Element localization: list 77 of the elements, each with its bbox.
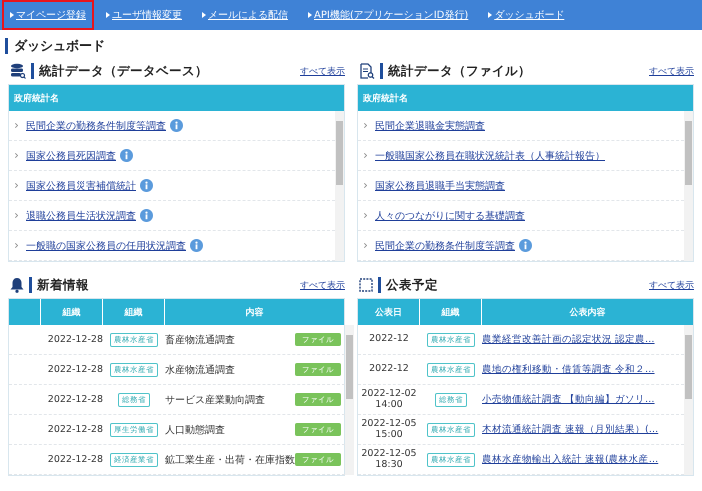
survey-link[interactable]: 民間企業退職金実態調査 — [375, 118, 485, 132]
info-icon[interactable] — [190, 239, 203, 252]
triangle-icon — [308, 12, 312, 18]
info-icon[interactable] — [120, 149, 133, 162]
section-title: 統計データ（データベース） — [39, 62, 209, 80]
date-cell-text: 2022-12-28 — [46, 334, 103, 345]
survey-link[interactable]: 国家公務員死因調査 — [26, 148, 116, 162]
triangle-icon — [106, 12, 110, 18]
nav-link[interactable]: ユーザ情報変更 — [98, 0, 190, 30]
content-cell-text: 人口動態調査 — [165, 424, 226, 436]
nav-link[interactable]: メールによる配信 — [194, 0, 296, 30]
show-all-link[interactable]: すべて表示 — [649, 64, 694, 78]
column-header: 政府統計名 — [9, 85, 344, 111]
date-cell-text: 2022-12-28 — [46, 454, 103, 465]
column-header: 公表日 — [358, 299, 420, 325]
page-title: ダッシュボード — [14, 38, 105, 55]
section-title: 新着情報 — [37, 276, 90, 294]
content-cell-text: 鉱工業生産・出荷・在庫指数 — [165, 454, 295, 466]
date-cell-text: 2022-12-02 14:00 — [360, 388, 418, 410]
nav-link[interactable]: マイページ登録 — [2, 0, 94, 30]
show-all-link[interactable]: すべて表示 — [300, 64, 345, 78]
chevron-icon — [364, 153, 367, 158]
info-icon[interactable] — [170, 119, 183, 132]
survey-link[interactable]: 退職公務員生活状況調査 — [26, 208, 136, 222]
survey-link[interactable]: 民間企業の勤務条件制度等調査 — [26, 118, 166, 132]
triangle-icon — [202, 12, 206, 18]
chevron-icon — [15, 153, 18, 158]
content-cell-text: 畜産物流通調査 — [165, 334, 236, 346]
survey-link[interactable]: 国家公務員退職手当実態調査 — [375, 178, 505, 192]
bell-icon — [10, 277, 24, 293]
date-cell-text: 2022-12-28 — [46, 424, 103, 435]
content-cell-text: サービス産業動向調査 — [165, 394, 266, 406]
triangle-icon — [10, 12, 14, 18]
chevron-icon — [364, 183, 367, 188]
column-header: 政府統計名 — [358, 85, 693, 111]
chevron-icon — [364, 243, 367, 248]
chevron-icon — [364, 123, 367, 128]
date-cell-text: 2022-12-28 — [46, 364, 103, 375]
content-cell-text: 水産物流通調査 — [165, 364, 236, 376]
calendar-icon — [359, 278, 373, 292]
announcement-link[interactable]: 小売物価統計調査 【動向編】ガソリ… — [482, 393, 684, 406]
section-title: 公表予定 — [386, 276, 439, 294]
announcement-link[interactable]: 農林水産物輸出入統計 速報(農林水産… — [482, 453, 684, 466]
survey-link[interactable]: 一般職国家公務員在職状況統計表（人事統計報告） — [375, 148, 605, 162]
survey-link[interactable]: 人々のつながりに関する基礎調査 — [375, 208, 525, 222]
column-header: 公表内容 — [568, 306, 606, 320]
survey-link[interactable]: 一般職の国家公務員の任用状況調査 — [26, 238, 186, 252]
column-header: 組織 — [420, 299, 482, 325]
nav-link[interactable]: ダッシュボード — [480, 0, 572, 30]
info-icon[interactable] — [140, 179, 153, 192]
column-header: 組織 — [41, 299, 103, 325]
date-cell-text: 2022-12-05 18:30 — [360, 448, 418, 470]
chevron-icon — [15, 183, 18, 188]
info-icon[interactable] — [519, 239, 532, 252]
show-all-link[interactable]: すべて表示 — [649, 278, 694, 292]
nav-link[interactable]: API機能(アプリケーションID発行) — [300, 0, 476, 30]
date-cell-text: 2022-12 — [368, 334, 410, 345]
chevron-icon — [15, 123, 18, 128]
section-title: 統計データ（ファイル） — [388, 62, 532, 80]
column-header: 組織 — [103, 299, 165, 325]
announcement-link[interactable]: 農業経営改善計画の認定状況 認定農… — [482, 333, 684, 346]
survey-link[interactable]: 国家公務員災害補償統計 — [26, 178, 136, 192]
column-header: 内容 — [244, 306, 264, 320]
chevron-icon — [364, 213, 367, 218]
announcement-link[interactable]: 農地の権利移動・借賃等調査 令和２… — [482, 363, 684, 376]
triangle-icon — [488, 12, 492, 18]
database-icon — [10, 63, 26, 79]
announcement-link[interactable]: 木材流通統計調査 速報（月別結果）(… — [482, 423, 684, 436]
date-cell-text: 2022-12-05 15:00 — [360, 418, 418, 440]
survey-link[interactable]: 民間企業の勤務条件制度等調査 — [375, 238, 515, 252]
show-all-link[interactable]: すべて表示 — [300, 278, 345, 292]
document-search-icon — [359, 63, 375, 79]
date-cell-text: 2022-12-28 — [46, 394, 103, 405]
chevron-icon — [15, 243, 18, 248]
info-icon[interactable] — [140, 209, 153, 222]
date-cell-text: 2022-12 — [368, 364, 410, 375]
chevron-icon — [15, 213, 18, 218]
